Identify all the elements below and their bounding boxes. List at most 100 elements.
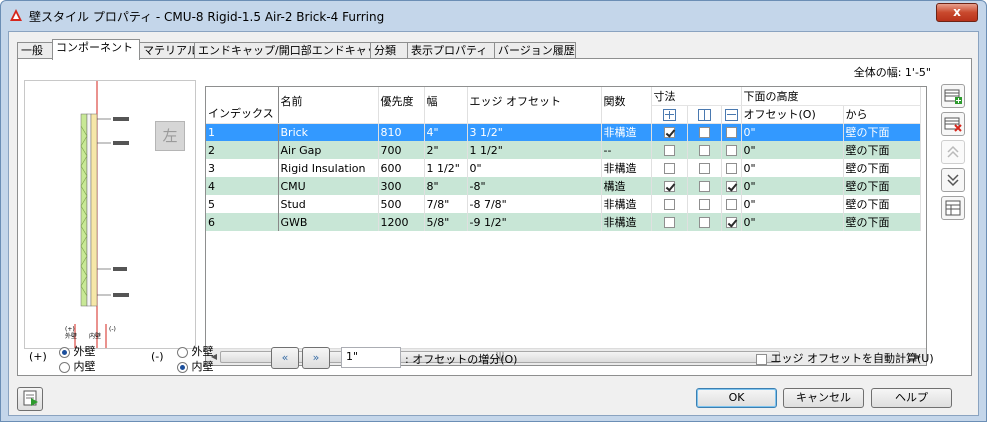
header-function[interactable]: 関数 [601, 87, 652, 124]
cell-priority[interactable]: 500 [378, 195, 425, 213]
dim-inner-checkbox[interactable] [725, 217, 737, 228]
cell-priority[interactable]: 810 [378, 123, 425, 141]
add-component-button[interactable] [941, 84, 965, 108]
dim-center-checkbox[interactable] [698, 217, 710, 228]
tab-endcaps[interactable]: エンドキャップ/開口部エンドキャップ [194, 42, 389, 59]
close-button[interactable]: x [936, 3, 978, 22]
dim-center-checkbox[interactable] [698, 181, 710, 192]
dim-center-header[interactable] [687, 105, 722, 124]
tab-components[interactable]: コンポーネント [52, 39, 140, 60]
cell-name[interactable]: Stud [278, 195, 379, 213]
move-up-button[interactable] [941, 140, 965, 164]
cell-from[interactable]: 壁の下面 [843, 123, 921, 141]
cell-edge-offset[interactable]: 1 1/2" [467, 141, 602, 159]
dim-center-checkbox[interactable] [698, 127, 710, 139]
plus-outer-radio[interactable] [59, 346, 70, 358]
cell-edge-offset[interactable]: -8" [467, 177, 602, 195]
table-row[interactable]: 6 GWB 1200 5/8" -9 1/2" 非構造 0" 壁の下面 [206, 213, 921, 231]
dim-center-checkbox[interactable] [698, 199, 710, 210]
cell-index[interactable]: 4 [206, 177, 279, 195]
tab-display-props[interactable]: 表示プロパティ [407, 42, 495, 59]
cell-index[interactable]: 1 [206, 123, 279, 141]
tab-version-history[interactable]: バージョン履歴 [494, 42, 576, 59]
cell-from[interactable]: 壁の下面 [843, 195, 921, 213]
cell-from[interactable]: 壁の下面 [843, 159, 921, 177]
cell-offset[interactable]: 0" [741, 213, 844, 231]
cell-priority[interactable]: 1200 [378, 213, 425, 231]
dim-outer-face-header[interactable] [651, 105, 688, 124]
plus-outer-option[interactable]: 外壁 [59, 343, 96, 359]
plus-inner-radio[interactable] [59, 361, 70, 373]
dim-outer-checkbox[interactable] [663, 145, 675, 156]
cell-name[interactable]: Rigid Insulation [278, 159, 379, 177]
header-width[interactable]: 幅 [424, 87, 468, 124]
header-name[interactable]: 名前 [278, 87, 379, 124]
dim-outer-checkbox[interactable] [663, 181, 675, 192]
remove-component-button[interactable] [941, 112, 965, 136]
cell-function[interactable]: 構造 [601, 177, 652, 195]
cell-offset[interactable]: 0" [741, 195, 844, 213]
dim-outer-checkbox[interactable] [663, 163, 675, 174]
cell-function[interactable]: 非構造 [601, 123, 652, 141]
cell-name[interactable]: GWB [278, 213, 379, 231]
cell-edge-offset[interactable]: 0" [467, 159, 602, 177]
cell-from[interactable]: 壁の下面 [843, 177, 921, 195]
cell-name[interactable]: Air Gap [278, 141, 379, 159]
dim-inner-checkbox[interactable] [725, 199, 737, 210]
cell-width[interactable]: 2" [424, 141, 468, 159]
auto-calc-checkbox[interactable] [756, 353, 767, 365]
cell-edge-offset[interactable]: -8 7/8" [467, 195, 602, 213]
cell-width[interactable]: 1 1/2" [424, 159, 468, 177]
dim-inner-checkbox[interactable] [725, 127, 737, 139]
ok-button[interactable]: OK [696, 388, 777, 408]
dim-outer-checkbox[interactable] [663, 127, 675, 139]
dim-outer-checkbox[interactable] [663, 199, 675, 210]
cell-index[interactable]: 5 [206, 195, 279, 213]
table-row[interactable]: 5 Stud 500 7/8" -8 7/8" 非構造 0" 壁の下面 [206, 195, 921, 213]
tab-materials[interactable]: マテリアル [139, 42, 198, 59]
header-bottom-elevation[interactable]: 下面の高度 [741, 87, 921, 106]
cell-edge-offset[interactable]: -9 1/2" [467, 213, 602, 231]
move-down-button[interactable] [941, 168, 965, 192]
cell-edge-offset[interactable]: 3 1/2" [467, 123, 602, 141]
cell-function[interactable]: 非構造 [601, 159, 652, 177]
cell-width[interactable]: 5/8" [424, 213, 468, 231]
cell-priority[interactable]: 700 [378, 141, 425, 159]
dim-inner-checkbox[interactable] [725, 163, 737, 174]
cell-width[interactable]: 4" [424, 123, 468, 141]
cell-index[interactable]: 3 [206, 159, 279, 177]
dim-inner-checkbox[interactable] [725, 181, 737, 192]
cell-offset[interactable]: 0" [741, 141, 844, 159]
header-from[interactable]: から [843, 105, 921, 124]
tab-general[interactable]: 一般 [17, 42, 53, 59]
cell-offset[interactable]: 0" [741, 177, 844, 195]
cancel-button[interactable]: キャンセル [783, 388, 864, 408]
increase-offset-button[interactable]: » [302, 347, 330, 369]
table-row[interactable]: 2 Air Gap 700 2" 1 1/2" -- 0" 壁の下面 [206, 141, 921, 159]
minus-inner-option[interactable]: 内壁 [177, 358, 214, 374]
dim-inner-checkbox[interactable] [725, 145, 737, 156]
dim-outer-checkbox[interactable] [663, 217, 675, 228]
cell-name[interactable]: Brick [278, 123, 379, 141]
auto-calc-option[interactable]: エッジ オフセットを自動計算(U) [756, 350, 934, 366]
cell-priority[interactable]: 300 [378, 177, 425, 195]
title-bar[interactable]: 壁スタイル プロパティ - CMU-8 Rigid-1.5 Air-2 Bric… [1, 1, 986, 31]
dim-center-checkbox[interactable] [698, 145, 710, 156]
cell-offset[interactable]: 0" [741, 123, 844, 141]
dim-center-checkbox[interactable] [698, 163, 710, 174]
header-edge-offset[interactable]: エッジ オフセット [467, 87, 602, 124]
cell-index[interactable]: 6 [206, 213, 279, 231]
cell-width[interactable]: 7/8" [424, 195, 468, 213]
tab-classification[interactable]: 分類 [370, 42, 408, 59]
cell-function[interactable]: -- [601, 141, 652, 159]
header-offset[interactable]: オフセット(O) [741, 105, 844, 124]
table-row[interactable]: 3 Rigid Insulation 600 1 1/2" 0" 非構造 0" … [206, 159, 921, 177]
minus-outer-option[interactable]: 外壁 [177, 343, 214, 359]
header-priority[interactable]: 優先度 [378, 87, 425, 124]
cell-function[interactable]: 非構造 [601, 195, 652, 213]
cell-width[interactable]: 8" [424, 177, 468, 195]
cell-from[interactable]: 壁の下面 [843, 213, 921, 231]
plus-inner-option[interactable]: 内壁 [59, 358, 96, 374]
help-button[interactable]: ヘルプ [871, 388, 952, 408]
cell-from[interactable]: 壁の下面 [843, 141, 921, 159]
